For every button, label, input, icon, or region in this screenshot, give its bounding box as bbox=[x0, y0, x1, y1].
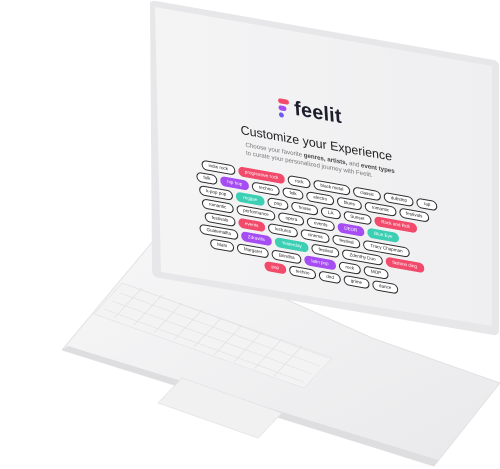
feelit-logo-icon bbox=[277, 97, 290, 119]
tag-chip[interactable]: opera bbox=[278, 211, 305, 227]
tag-chip[interactable]: folk bbox=[282, 186, 304, 201]
tag-chip[interactable]: DEOR bbox=[337, 222, 365, 237]
tag-chip[interactable]: Mahi bbox=[209, 238, 235, 253]
tag-chip[interactable]: LA bbox=[320, 206, 341, 220]
brand-wordmark: feelit bbox=[293, 97, 343, 129]
tag-chip[interactable]: pop bbox=[266, 196, 290, 211]
tag-chip[interactable]: dance bbox=[371, 279, 399, 295]
tag-chip[interactable]: house bbox=[291, 201, 319, 216]
tag-chip[interactable]: techno bbox=[288, 265, 317, 280]
laptop-mockup: feelit Customize your Experience Choose … bbox=[0, 0, 500, 469]
tag-chip[interactable]: rock bbox=[338, 261, 362, 275]
tag-chip[interactable]: Margaret bbox=[236, 243, 270, 259]
tag-chip[interactable]: events bbox=[237, 217, 266, 233]
tag-chip[interactable]: rock bbox=[287, 174, 311, 189]
tag-chip[interactable]: events bbox=[306, 216, 335, 232]
tag-cloud: indie rock progressive rock rock black meta… bbox=[195, 159, 459, 309]
tag-chip[interactable]: blues bbox=[336, 196, 363, 211]
tag-chip[interactable]: dnd bbox=[319, 270, 342, 285]
brand: feelit bbox=[277, 95, 343, 129]
tag-chip[interactable]: pop bbox=[264, 260, 287, 275]
tag-chip[interactable]: folk bbox=[196, 171, 218, 186]
onboarding-screen: feelit Customize your Experience Choose … bbox=[155, 8, 470, 361]
tag-chip[interactable]: grime bbox=[343, 274, 370, 290]
tag-chip[interactable]: rap bbox=[416, 197, 438, 212]
tag-chip[interactable]: MOP bbox=[363, 265, 389, 280]
